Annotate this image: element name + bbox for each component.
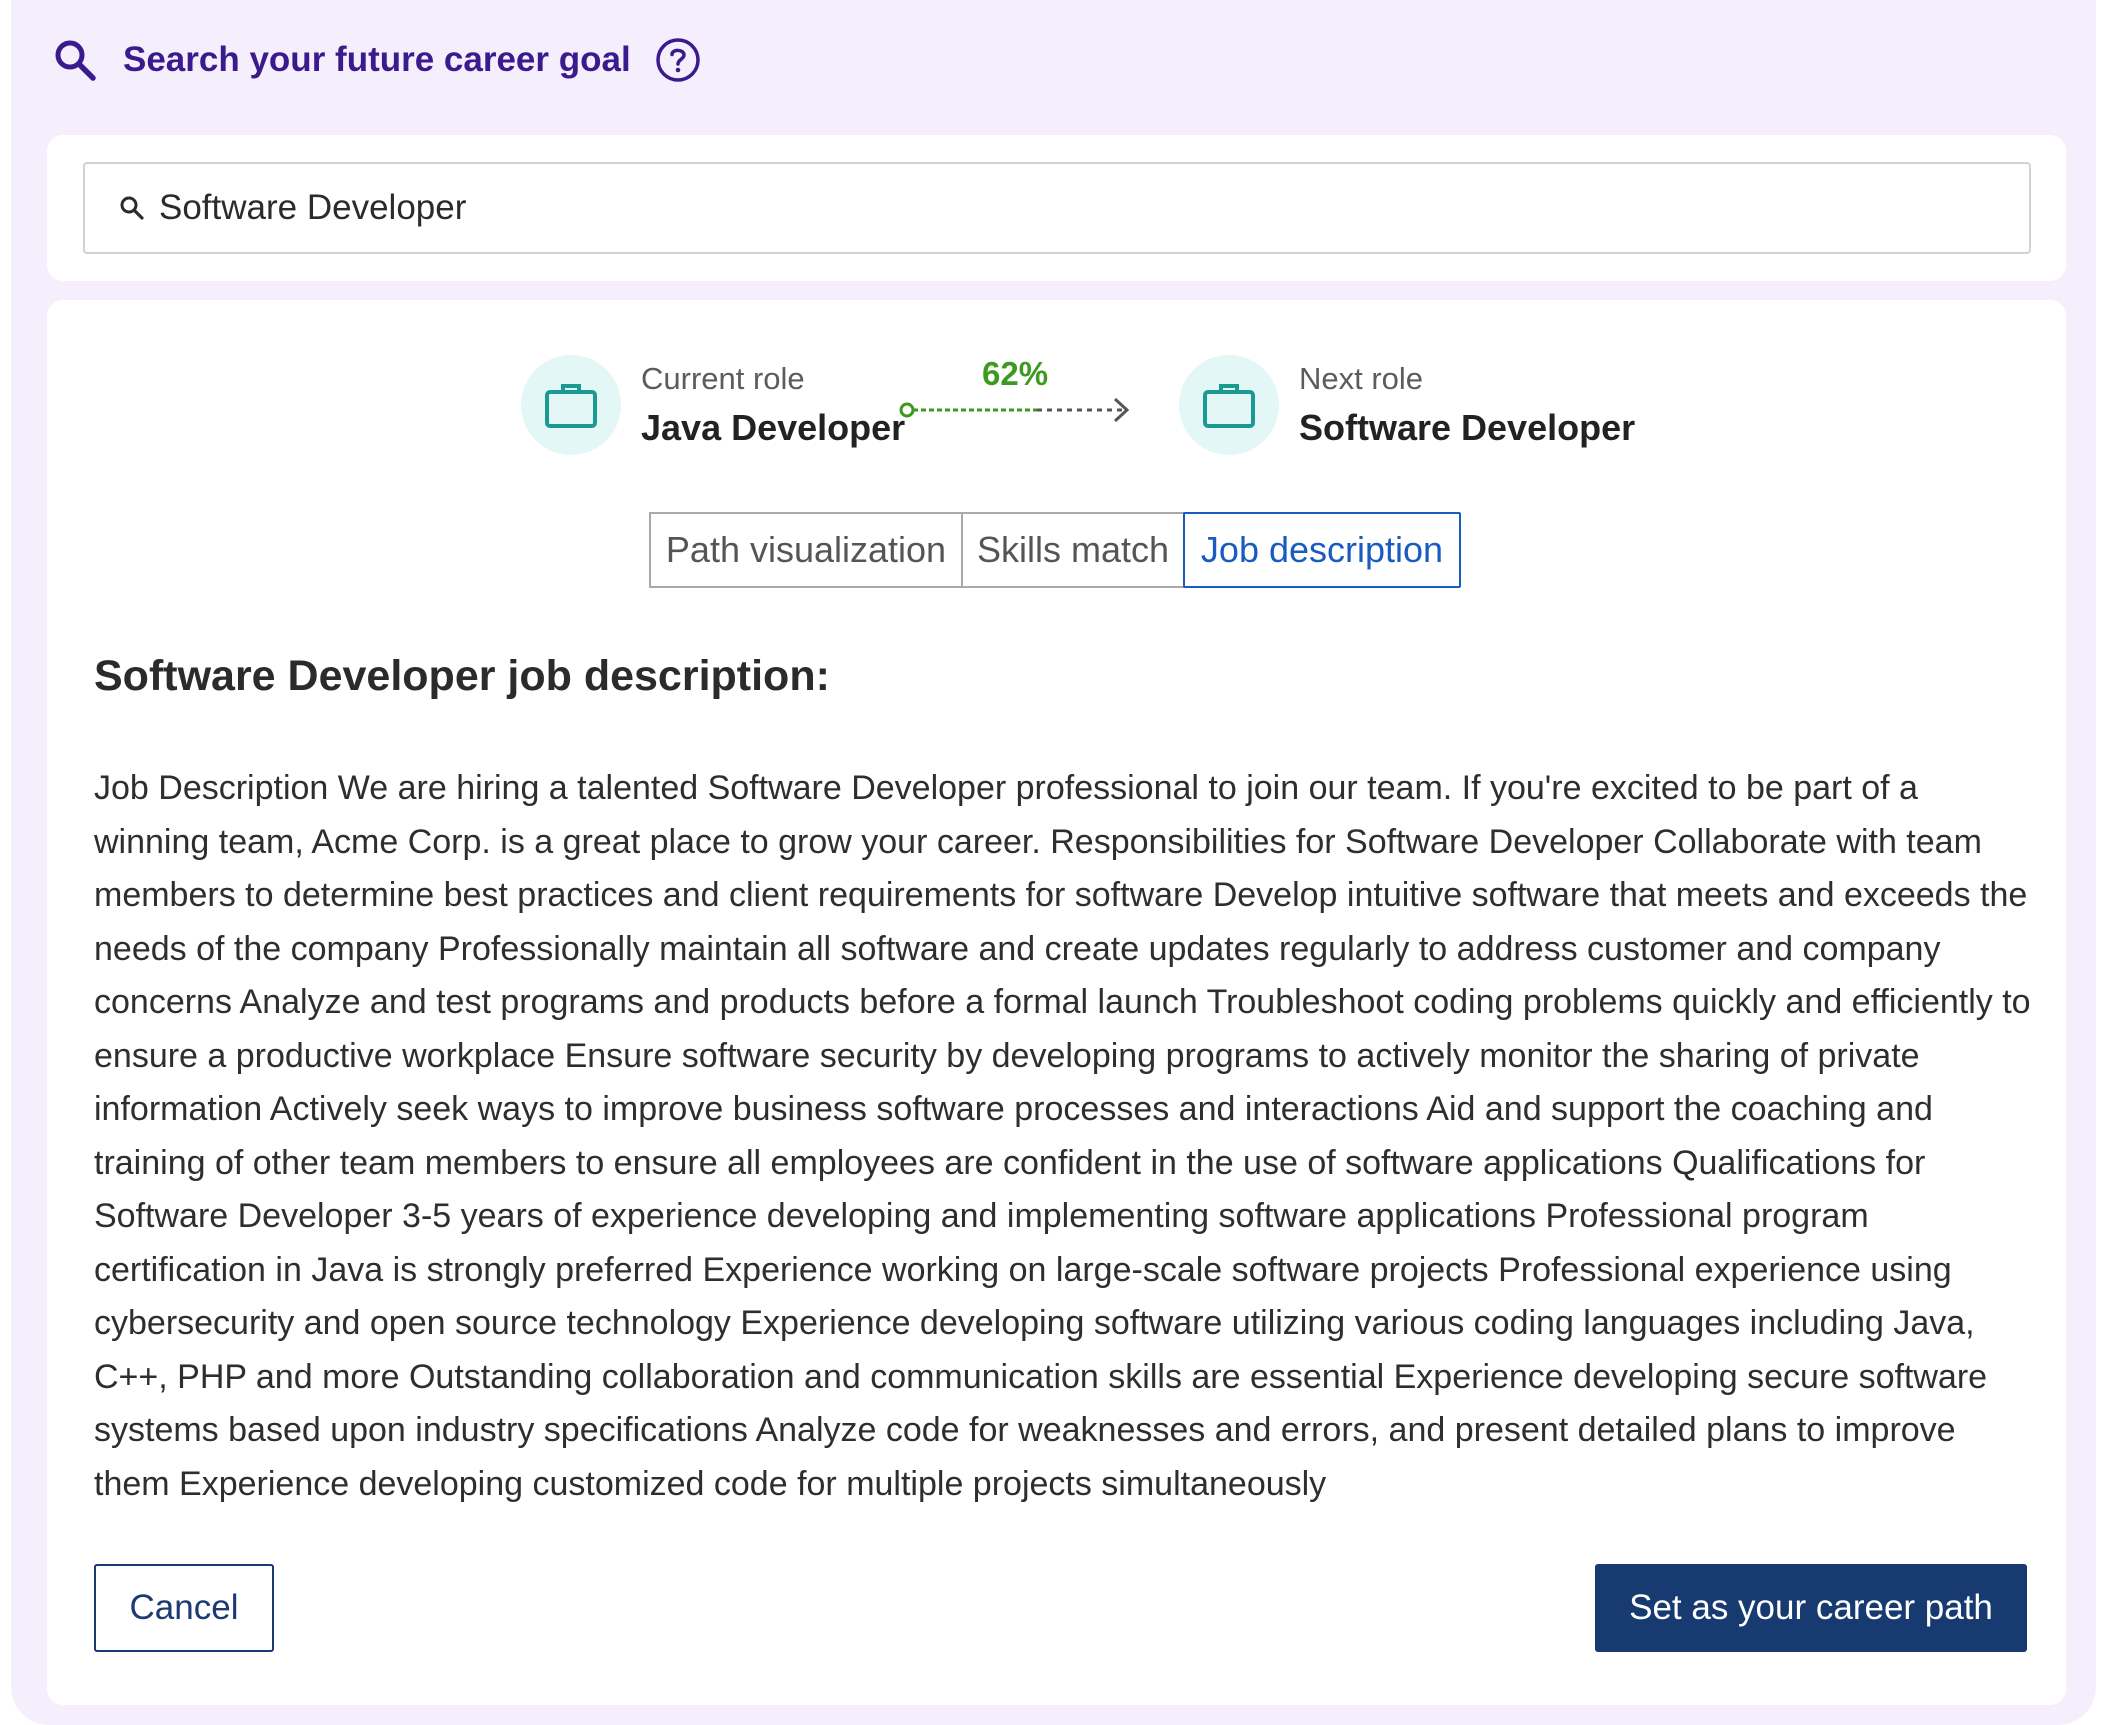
search-card bbox=[47, 135, 2066, 281]
next-role-label: Next role bbox=[1299, 361, 1424, 396]
current-role-name: Java Developer bbox=[641, 407, 906, 448]
current-role: Current role Java Developer bbox=[521, 355, 905, 455]
next-role-avatar bbox=[1179, 355, 1279, 455]
view-tabs: Path visualization Skills match Job desc… bbox=[649, 512, 1461, 588]
career-goal-panel: Search your future career goal Software … bbox=[11, 0, 2096, 1725]
tab-job-description[interactable]: Job description bbox=[1183, 512, 1461, 588]
search-icon bbox=[55, 40, 96, 81]
path-arrow-icon bbox=[899, 397, 1130, 423]
job-description-heading: Software Developer job description: bbox=[94, 652, 830, 700]
search-input[interactable] bbox=[159, 188, 1959, 228]
next-role: Next role Software Developer bbox=[1179, 355, 1635, 455]
panel-header: Search your future career goal bbox=[51, 30, 701, 90]
current-role-label: Current role bbox=[641, 361, 805, 396]
page-title: Search your future career goal bbox=[123, 40, 631, 79]
current-role-avatar bbox=[521, 355, 621, 455]
tab-skills-match[interactable]: Skills match bbox=[961, 512, 1185, 588]
next-role-name: Software Developer bbox=[1299, 407, 1636, 448]
tab-path-visualization[interactable]: Path visualization bbox=[649, 512, 963, 588]
career-search-field[interactable] bbox=[83, 162, 2031, 254]
briefcase-icon bbox=[1203, 384, 1255, 428]
briefcase-icon bbox=[545, 384, 597, 428]
cancel-button[interactable]: Cancel bbox=[94, 1564, 274, 1652]
search-icon bbox=[120, 196, 144, 220]
job-description-text: Job Description We are hiring a talented… bbox=[94, 769, 2031, 1503]
match-percentage: 62% bbox=[982, 355, 1049, 392]
career-path-card: Current role Java Developer 62% Next rol… bbox=[47, 300, 2066, 1705]
help-circle-icon[interactable] bbox=[655, 37, 701, 83]
set-career-path-button[interactable]: Set as your career path bbox=[1595, 1564, 2027, 1652]
